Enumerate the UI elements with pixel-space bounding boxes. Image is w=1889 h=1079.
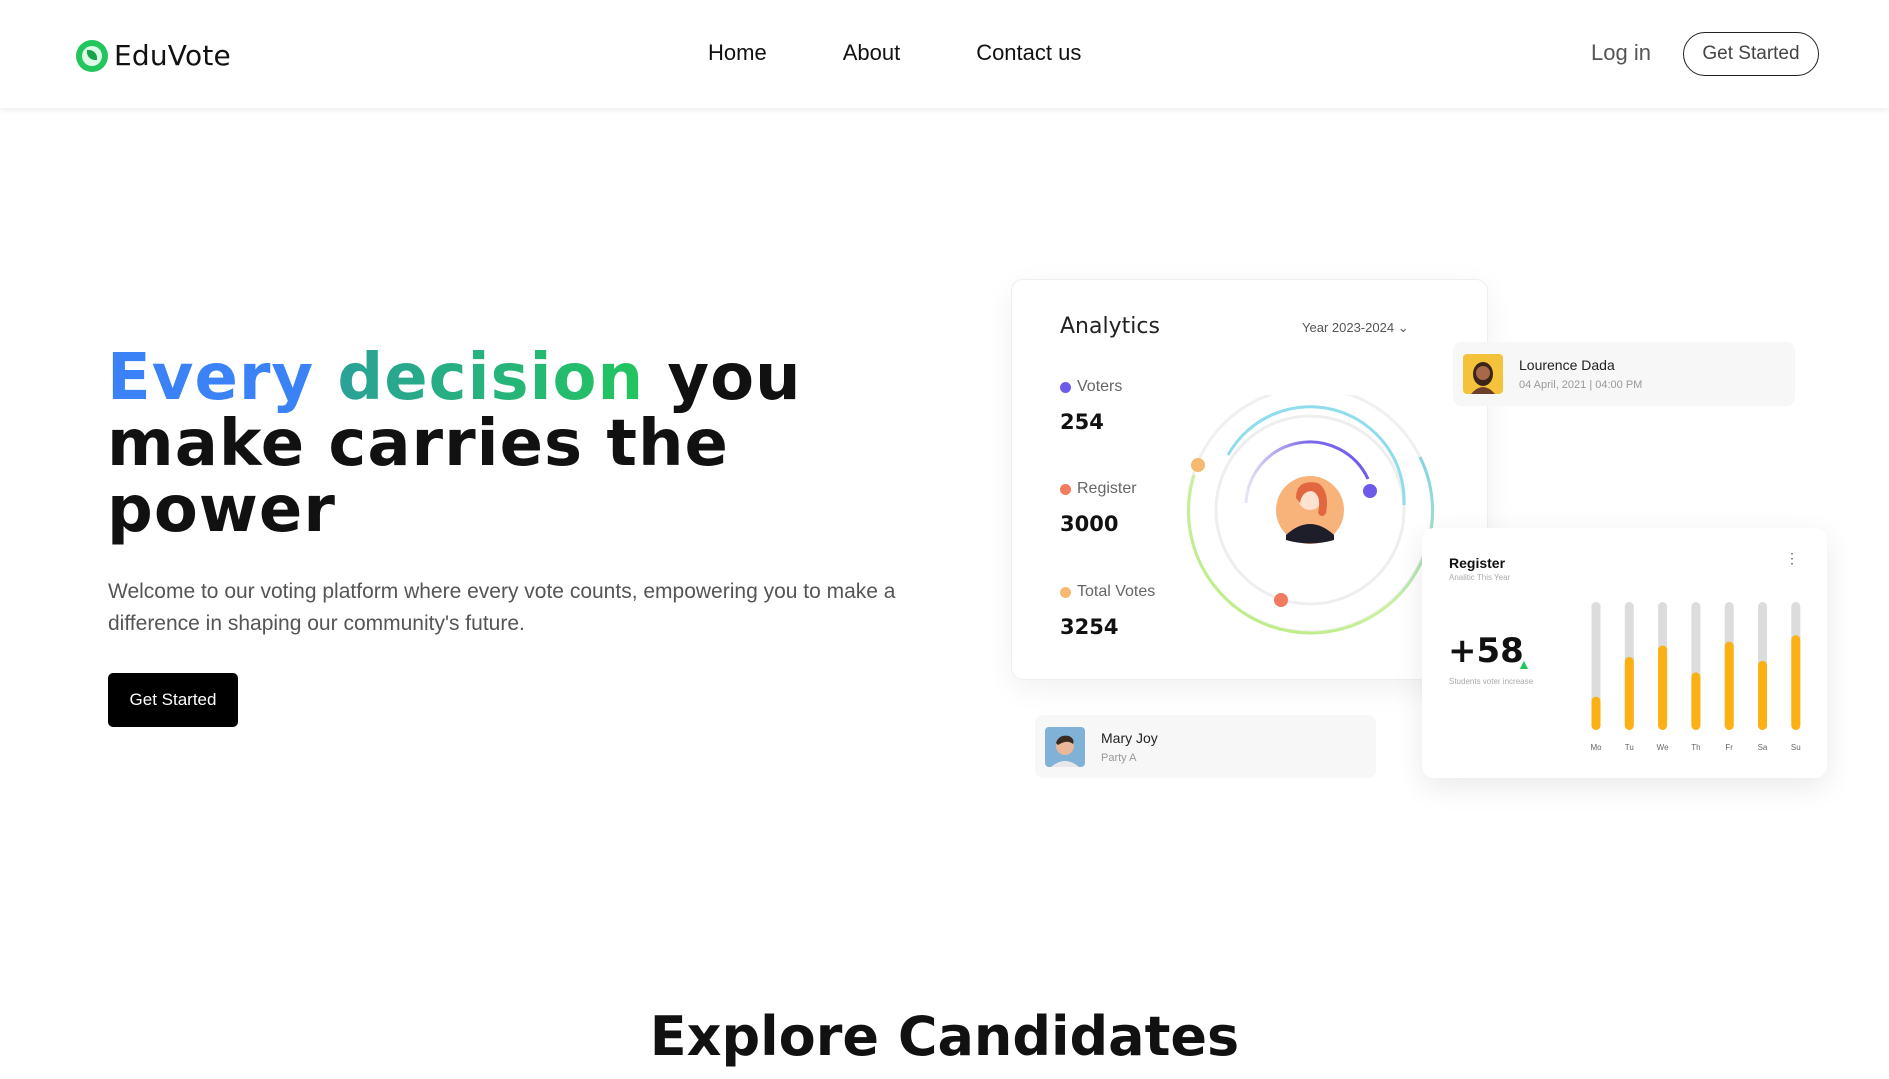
bar-we <box>1658 645 1668 730</box>
candidate-name: Lourence Dada <box>1519 357 1615 373</box>
stat-label: Register <box>1077 480 1137 497</box>
x-tick-label: Fr <box>1725 743 1733 752</box>
stat-label: Total Votes <box>1077 583 1156 600</box>
orbit-dot <box>1191 458 1205 472</box>
more-vertical-icon[interactable]: ⋮ <box>1785 550 1799 567</box>
voters-dot-icon <box>1060 381 1071 393</box>
x-tick-label: We <box>1657 743 1669 752</box>
brand-name: EduVote <box>114 39 231 72</box>
analytics-card: Analytics Year 2023-2024 ⌄ Voters 254 Re… <box>1011 279 1488 680</box>
get-started-nav-button[interactable]: Get Started <box>1683 32 1819 76</box>
bar-fr <box>1724 641 1734 730</box>
orbit-dot <box>1274 593 1288 607</box>
hero-title: Every decision you make carries the powe… <box>107 345 867 543</box>
register-note: Students voter increase <box>1449 677 1534 686</box>
hero-title-every: Every <box>107 341 315 415</box>
candidate-card-mary[interactable]: Mary Joy Party A <box>1035 715 1376 778</box>
x-tick-label: Tu <box>1625 743 1634 752</box>
brand-logo[interactable]: EduVote <box>76 39 231 72</box>
x-tick-label: Su <box>1791 743 1801 752</box>
register-dot-icon <box>1060 483 1071 495</box>
weekly-bar-chart: Mo Tu We Th Fr Sa Su <box>1590 602 1801 752</box>
leaf-logo-icon <box>76 39 108 72</box>
trend-up-icon: ▲ <box>1517 656 1531 672</box>
register-card: Register Analitic This Year ⋮ +58 ▲ Stud… <box>1422 528 1827 778</box>
hero-subtitle: Welcome to our voting platform where eve… <box>108 580 896 635</box>
orbit-dot <box>1363 484 1377 498</box>
nav-link-home[interactable]: Home <box>708 40 767 66</box>
stat-value: 3254 <box>1060 615 1119 639</box>
candidate-name: Mary Joy <box>1101 729 1158 746</box>
bar-sa <box>1758 660 1767 730</box>
avatar <box>1463 354 1503 394</box>
x-tick-label: Th <box>1691 743 1700 752</box>
candidate-detail: 04 April, 2021 | 04:00 PM <box>1519 379 1643 391</box>
total-votes-dot-icon <box>1060 586 1071 598</box>
top-navbar: EduVote Home About Contact us Log in Get… <box>0 0 1889 108</box>
register-title: Register <box>1449 555 1506 571</box>
candidate-detail: Party A <box>1101 751 1137 764</box>
login-link[interactable]: Log in <box>1591 40 1651 66</box>
bar-su <box>1791 635 1801 730</box>
register-subtitle: Analitic This Year <box>1449 573 1511 582</box>
chevron-down-icon: ⌄ <box>1397 320 1409 335</box>
year-selector[interactable]: Year 2023-2024 ⌄ <box>1302 320 1409 336</box>
stat-value: 254 <box>1060 410 1104 434</box>
x-tick-label: Mo <box>1590 743 1602 752</box>
nav-links: Home About Contact us <box>708 40 1157 66</box>
bar-th <box>1691 672 1701 730</box>
stat-register: Register 3000 <box>1060 480 1137 536</box>
candidate-card-lourence[interactable]: Lourence Dada 04 April, 2021 | 04:00 PM <box>1453 342 1795 406</box>
stat-label: Voters <box>1077 378 1123 395</box>
avatar <box>1045 726 1085 767</box>
year-selector-label: Year 2023-2024 <box>1302 320 1395 335</box>
hero-title-decision: decision <box>337 341 645 415</box>
stat-value: 3000 <box>1060 512 1119 536</box>
bar-mo <box>1591 696 1601 730</box>
bar-tu <box>1624 657 1634 730</box>
nav-link-about[interactable]: About <box>843 40 901 66</box>
explore-candidates-title: Explore Candidates <box>649 1005 1240 1068</box>
register-value: +58 <box>1448 631 1524 671</box>
stat-voters: Voters 254 <box>1060 378 1122 434</box>
analytics-title: Analytics <box>1060 314 1160 339</box>
nav-link-contact[interactable]: Contact us <box>976 40 1081 66</box>
get-started-hero-button[interactable]: Get Started <box>108 673 238 727</box>
x-tick-label: Sa <box>1758 743 1768 752</box>
stat-total-votes: Total Votes 3254 <box>1060 583 1155 639</box>
